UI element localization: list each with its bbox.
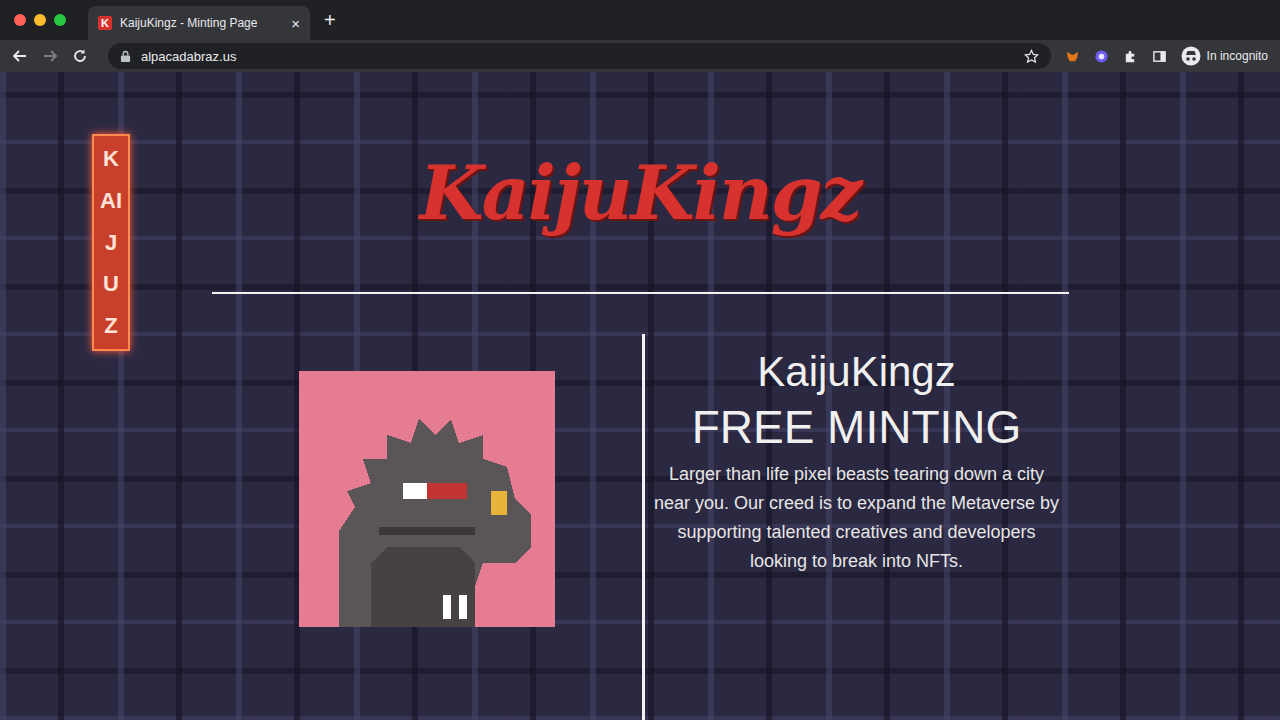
new-tab-button[interactable]: + [324, 9, 336, 32]
headline: FREE MINTING [692, 398, 1022, 456]
vertical-divider [642, 334, 645, 720]
incognito-icon [1181, 46, 1201, 66]
address-bar[interactable]: alpacadabraz.us [108, 43, 1051, 69]
tab-bar: K KaijuKingz - Minting Page × + [0, 0, 1280, 40]
lock-icon [120, 50, 131, 63]
wallet-extension-icon[interactable] [1094, 49, 1109, 64]
minting-page: KAIJUZKaijuKingzKaijuKingzFREE MINTINGLa… [0, 72, 1280, 720]
close-window-button[interactable] [14, 14, 26, 26]
page-content: KaijuKingzKaijuKingzFREE MINTINGLarger t… [212, 72, 1069, 720]
window-controls [14, 14, 66, 26]
logo: KaijuKingz [212, 138, 1069, 248]
kaiju-artwork-icon [299, 371, 555, 627]
tab-close-button[interactable]: × [291, 15, 300, 32]
neon-sign: KAIJUZ [92, 134, 130, 351]
browser-window: K KaijuKingz - Minting Page × + alpacadabraz… [0, 0, 1280, 720]
artwork-column [212, 334, 642, 720]
bookmark-star-icon[interactable] [1024, 49, 1039, 64]
tab-title: KaijuKingz - Minting Page [120, 16, 283, 30]
favicon-icon: K [98, 16, 112, 30]
reload-icon[interactable] [72, 48, 88, 64]
side-panel-icon[interactable] [1152, 49, 1167, 64]
toolbar: alpacadabraz.us In incognito [0, 40, 1280, 72]
collection-title: KaijuKingz [757, 346, 955, 398]
url-text: alpacadabraz.us [141, 49, 1014, 64]
maximize-window-button[interactable] [54, 14, 66, 26]
description: Larger than life pixel beasts tearing do… [652, 460, 1062, 576]
hero-row: KaijuKingzFREE MINTINGLarger than life p… [212, 334, 1069, 720]
browser-tab[interactable]: K KaijuKingz - Minting Page × [88, 6, 310, 40]
horizontal-divider [212, 292, 1069, 294]
back-arrow-icon[interactable] [12, 48, 28, 64]
fox-extension-icon[interactable] [1065, 49, 1080, 64]
info-column: KaijuKingzFREE MINTINGLarger than life p… [645, 334, 1069, 720]
extensions-puzzle-icon[interactable] [1123, 49, 1138, 64]
incognito-profile[interactable]: In incognito [1181, 46, 1268, 66]
profile-label: In incognito [1207, 49, 1268, 63]
forward-arrow-icon[interactable] [42, 48, 58, 64]
minimize-window-button[interactable] [34, 14, 46, 26]
